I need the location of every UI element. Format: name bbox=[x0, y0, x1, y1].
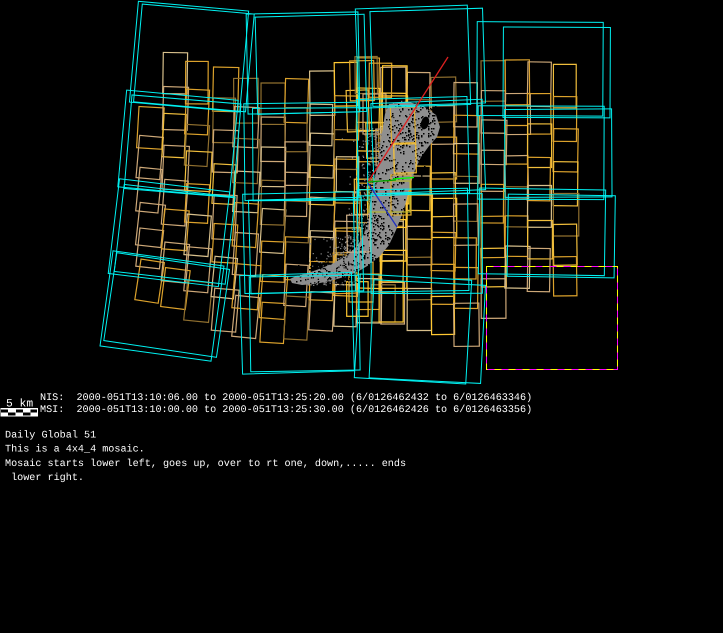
svg-text:This is a 4x4_4 mosaic.: This is a 4x4_4 mosaic. bbox=[5, 444, 145, 456]
svg-text:Daily Global 51: Daily Global 51 bbox=[5, 430, 96, 442]
svg-text:NIS: 2000-051T13:10:06.00 to: NIS: 2000-051T13:10:06.00 to 2000-051T13… bbox=[40, 392, 532, 404]
svg-text:Mosaic starts lower left, goes: Mosaic starts lower left, goes up, over … bbox=[5, 458, 406, 470]
svg-text:5 km: 5 km bbox=[6, 397, 33, 410]
svg-text:MSI: 2000-051T13:10:00.00 to: MSI: 2000-051T13:10:00.00 to 2000-051T13… bbox=[40, 404, 532, 416]
svg-text:lower right.: lower right. bbox=[5, 472, 84, 484]
